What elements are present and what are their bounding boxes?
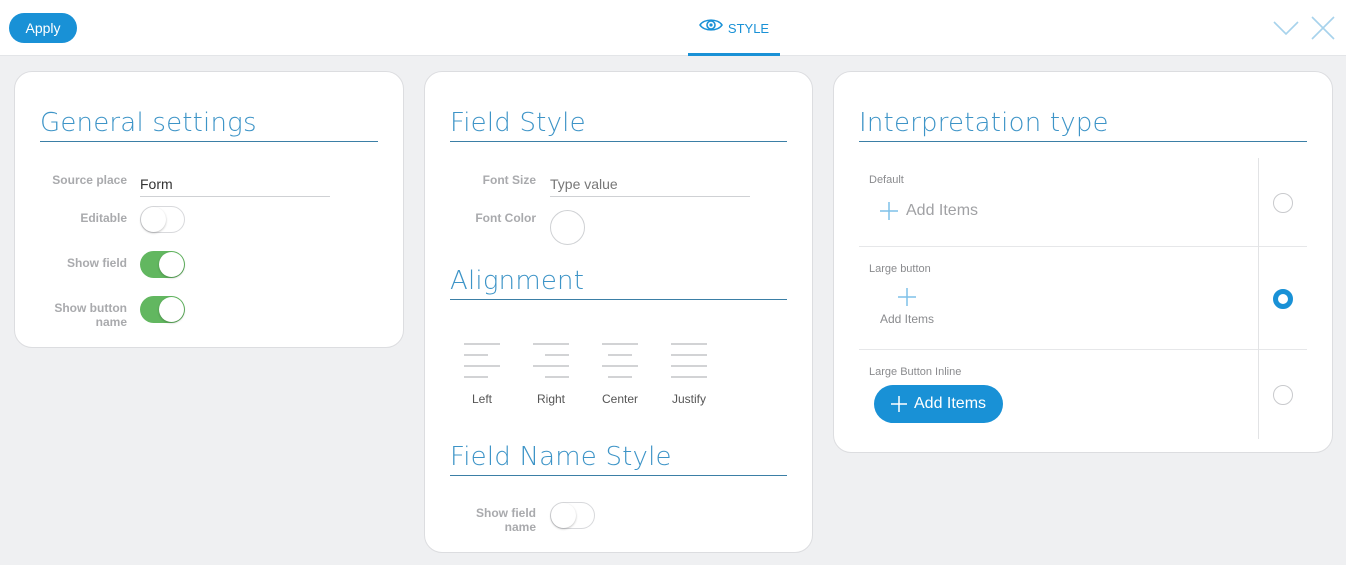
align-left-option[interactable]: Left [452,340,512,406]
align-left-label: Left [471,392,492,406]
interpretation-type-title: Interpretation type [859,108,1307,142]
radio-large-button-inline[interactable] [1273,385,1293,405]
general-settings-title: General settings [40,108,378,142]
plus-icon [891,396,907,412]
show-button-name-toggle[interactable] [140,296,185,323]
font-size-label: Font Size [482,173,536,187]
row-label-large-button: Large button [869,263,931,275]
add-items-label: Add Items [879,312,935,326]
plus-icon [880,202,898,220]
field-style-card: Field Style Font Size Font Color Alignme… [424,71,813,553]
align-left-icon [464,343,500,378]
eye-icon [698,17,723,33]
radio-default[interactable] [1273,193,1293,213]
show-field-toggle[interactable] [140,251,185,278]
align-center-label: Center [601,392,639,406]
toggle-knob [551,503,576,528]
show-button-name-label: Show button name [54,301,127,329]
show-field-label: Show field [67,256,127,270]
top-bar: Apply STYLE [0,0,1346,56]
align-right-label: Right [536,392,565,406]
source-place-input[interactable] [140,171,330,197]
show-field-name-label: Show field name [476,506,536,534]
editable-toggle[interactable] [140,206,185,233]
general-settings-card: General settings Source place Editable S… [14,71,404,348]
align-justify-icon [671,343,707,378]
align-right-option[interactable]: Right [521,340,581,406]
font-color-label: Font Color [475,211,536,225]
source-place-label: Source place [52,173,127,187]
interpretation-type-card: Interpretation type Default Add Items La… [833,71,1333,453]
font-color-picker[interactable] [550,210,585,245]
editable-label: Editable [80,211,127,225]
tab-style-label: STYLE [727,20,770,36]
toggle-knob [159,252,184,277]
chevron-down-icon[interactable] [1272,14,1300,42]
plus-icon [898,288,916,306]
align-right-icon [533,343,569,378]
show-field-name-toggle[interactable] [550,502,595,529]
close-icon[interactable] [1309,14,1337,42]
tab-style[interactable]: STYLE [688,0,780,56]
align-justify-option[interactable]: Justify [659,340,719,406]
add-items-label: Add Items [914,395,987,412]
add-items-large-button[interactable]: Add Items [877,288,937,326]
field-style-title: Field Style [450,108,787,142]
apply-button[interactable]: Apply [9,13,77,43]
toggle-knob [159,297,184,322]
column-divider [1258,158,1259,439]
add-items-default-button[interactable]: Add Items [880,202,978,220]
align-justify-label: Justify [671,392,706,406]
toggle-knob [141,207,166,232]
row-label-large-button-inline: Large Button Inline [869,366,962,378]
row-label-default: Default [869,174,904,186]
alignment-title: Alignment [450,266,787,300]
align-center-option[interactable]: Center [590,340,650,406]
align-center-icon [602,343,638,378]
field-name-style-title: Field Name Style [450,442,787,476]
add-items-inline-button[interactable]: Add Items [874,385,1004,423]
add-items-label: Add Items [906,202,979,219]
radio-large-button[interactable] [1273,289,1293,309]
font-size-input[interactable] [550,171,750,197]
